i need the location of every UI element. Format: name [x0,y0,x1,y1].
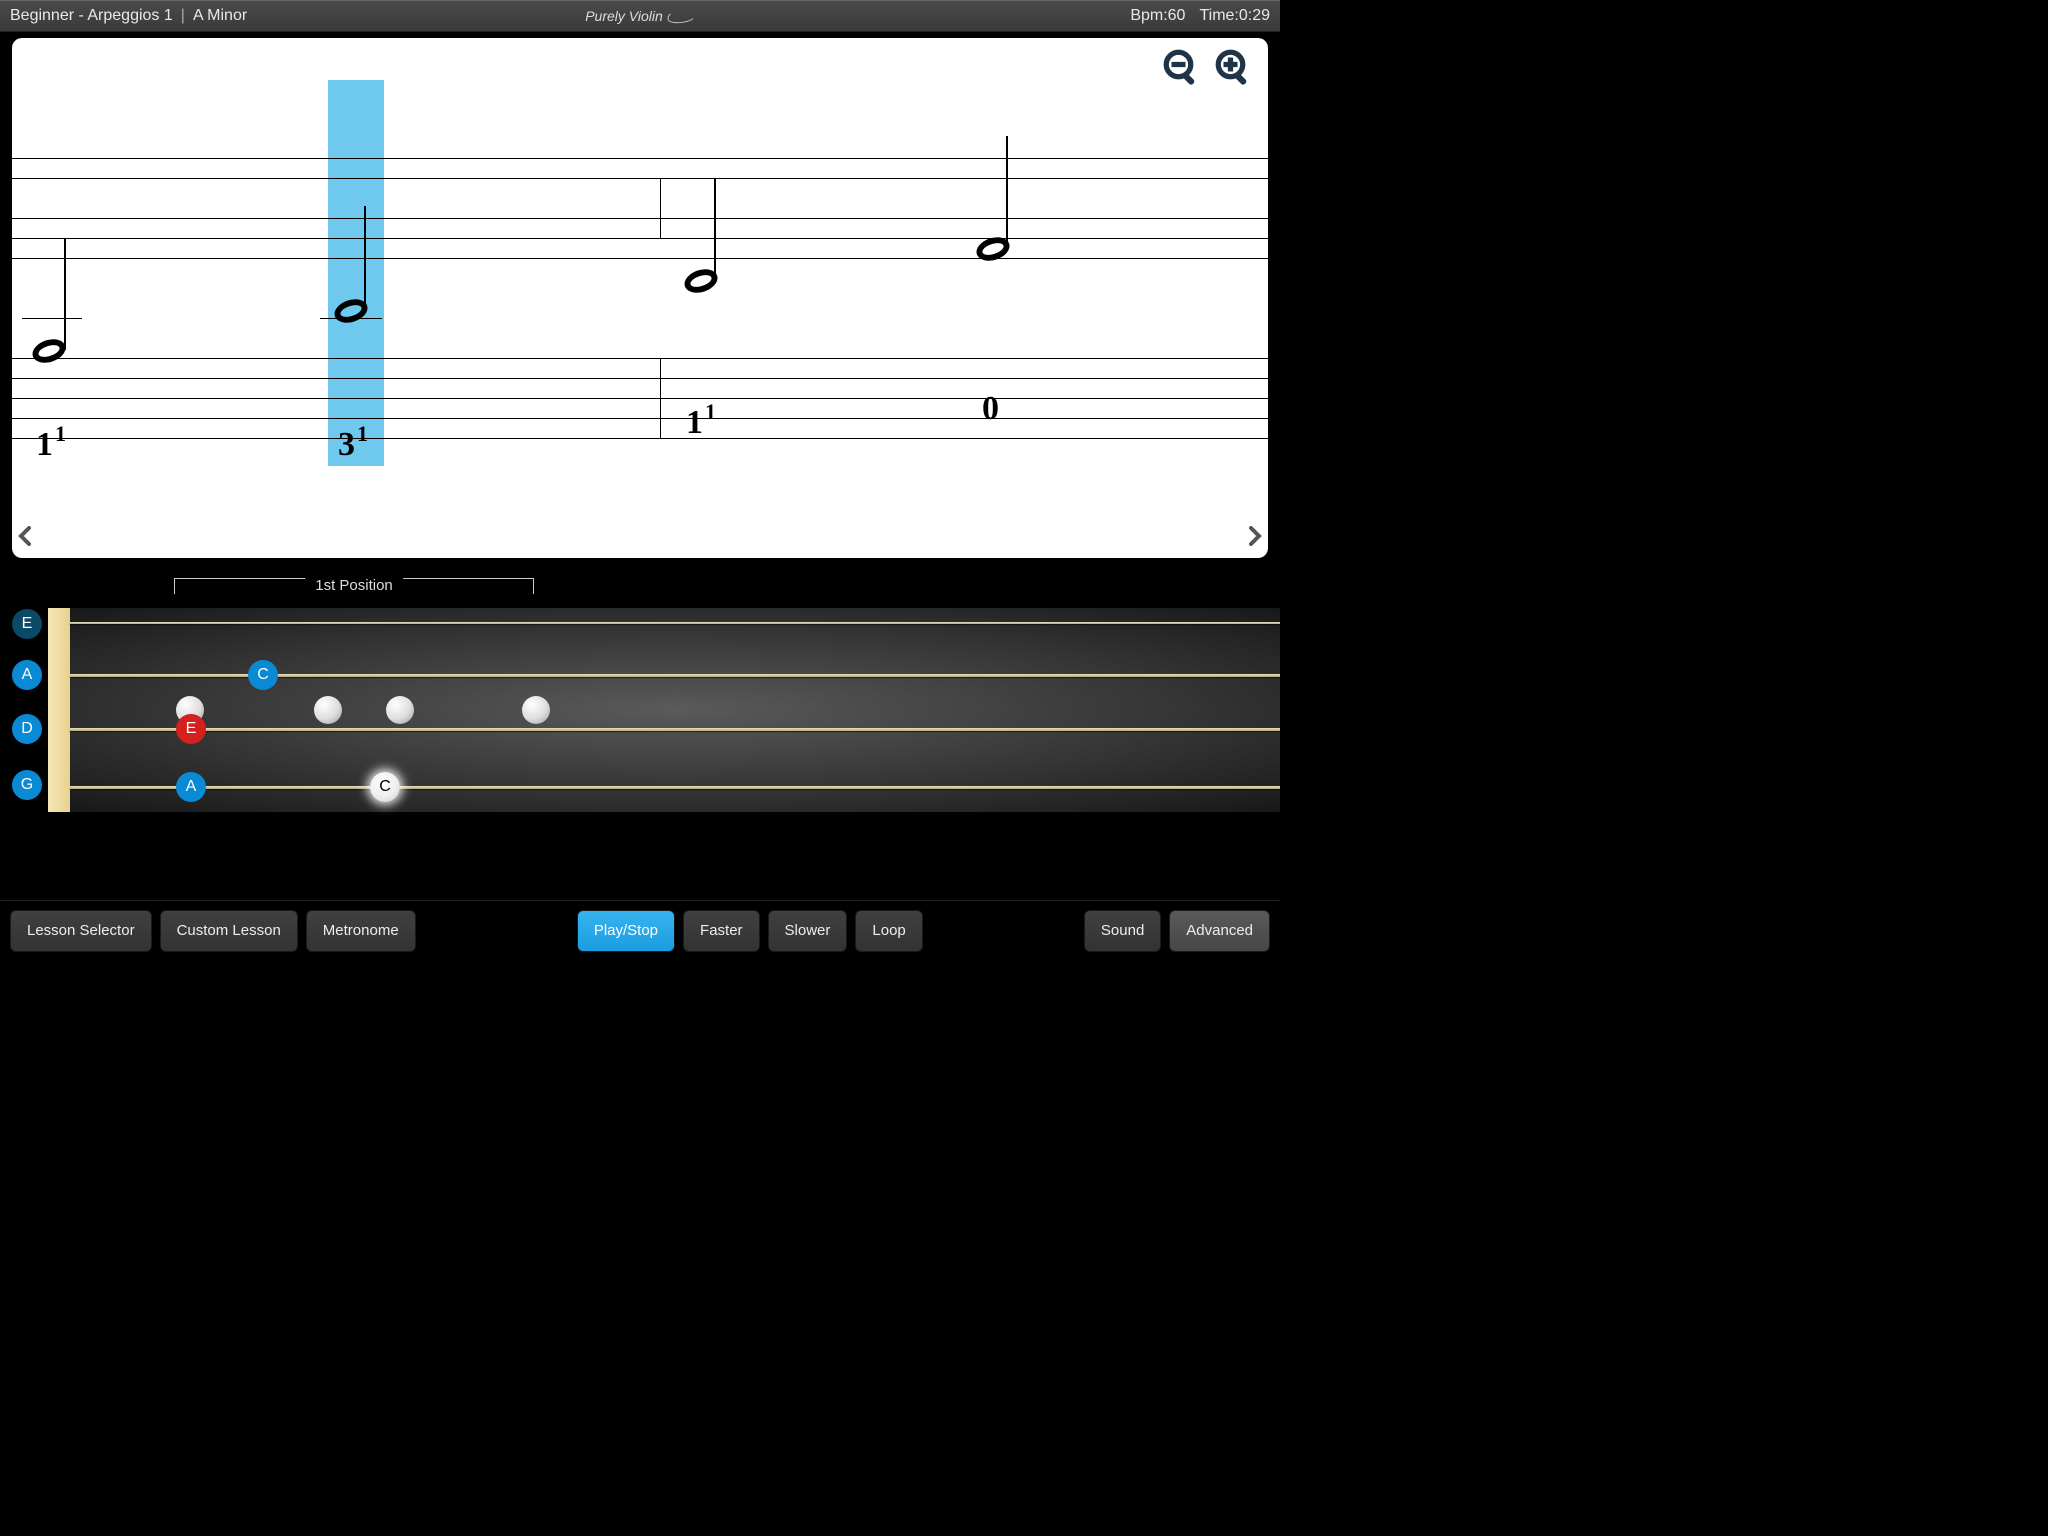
advanced-button[interactable]: Advanced [1169,910,1270,952]
chevron-left-icon [17,526,31,546]
metronome-button[interactable]: Metronome [306,910,416,952]
barline [660,358,661,438]
fret-marker-dot [386,696,414,724]
nut [48,608,70,812]
fret-note-e[interactable]: E [176,714,206,744]
bpm-readout: Bpm:60 [1130,7,1185,25]
zoom-in-button[interactable] [1212,46,1256,90]
fret-note-c[interactable]: C [248,660,278,690]
lesson-key: A Minor [193,7,247,25]
tab-line [12,358,1268,359]
note-stem [364,206,366,310]
violin-icon [666,7,696,25]
sound-button[interactable]: Sound [1084,910,1161,952]
top-bar: Beginner - Arpeggios 1 | A Minor Purely … [0,0,1280,32]
fretboard-panel: 1st Position E A D G C E A C [0,568,1280,868]
position-label: 1st Position [305,577,403,594]
fret-marker-dot [314,696,342,724]
open-string-a[interactable]: A [12,660,42,690]
position-bracket: 1st Position [174,578,534,594]
staff-line [12,218,1268,219]
note-stem [64,238,66,350]
string-g [70,786,1280,789]
score-panel: 11 31 11 0 [12,38,1268,558]
zoom-out-button[interactable] [1160,46,1204,90]
open-string-d[interactable]: D [12,714,42,744]
title-separator: | [181,7,185,25]
tab-line [12,378,1268,379]
staff-line [12,258,1268,259]
open-string-g[interactable]: G [12,770,42,800]
custom-lesson-button[interactable]: Custom Lesson [160,910,298,952]
zoom-in-icon [1213,47,1255,89]
fret-marker-dot [522,696,550,724]
fingering-label: 11 [686,404,714,442]
lesson-selector-button[interactable]: Lesson Selector [10,910,152,952]
staff-line [12,238,1268,239]
ledger-line [22,318,82,319]
score-next-button[interactable] [1246,524,1266,548]
chevron-right-icon [1249,526,1263,546]
current-note-highlight [328,80,384,466]
open-string-e[interactable]: E [12,609,42,639]
fingering-label: 11 [36,426,64,464]
fingering-label: 31 [338,426,366,464]
tab-line [12,398,1268,399]
tab-line [12,438,1268,439]
fretboard[interactable]: C E A C [70,608,1280,812]
lesson-title: Beginner - Arpeggios 1 [10,7,173,25]
note-head [29,335,68,366]
fingering-label: 0 [982,390,999,428]
brand-text: Purely Violin [585,8,663,24]
slower-button[interactable]: Slower [768,910,848,952]
time-readout: Time:0:29 [1199,7,1270,25]
bottom-toolbar: Lesson Selector Custom Lesson Metronome … [0,900,1280,960]
staff-area: 11 31 11 0 [12,158,1268,498]
staff-line [12,158,1268,159]
string-d [70,728,1280,731]
note-stem [714,178,716,280]
score-prev-button[interactable] [14,524,34,548]
tab-line [12,418,1268,419]
string-e [70,622,1280,624]
brand-logo: Purely Violin [585,8,695,24]
fret-note-a[interactable]: A [176,772,206,802]
barline [660,178,661,238]
faster-button[interactable]: Faster [683,910,760,952]
zoom-out-icon [1161,47,1203,89]
note-stem [1006,136,1008,248]
play-stop-button[interactable]: Play/Stop [577,910,675,952]
fret-note-c-active[interactable]: C [370,772,400,802]
loop-button[interactable]: Loop [855,910,922,952]
staff-line [12,178,1268,179]
